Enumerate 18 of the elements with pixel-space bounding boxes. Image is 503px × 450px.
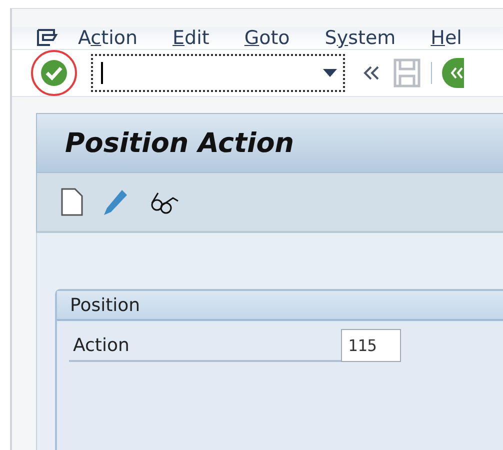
menu-icon[interactable]	[36, 28, 58, 48]
screen-title: Position Action	[36, 113, 503, 173]
back-icon[interactable]	[442, 58, 464, 88]
dropdown-arrow-icon[interactable]	[323, 69, 337, 77]
menu-item[interactable]: Goto	[244, 27, 290, 49]
group-title: Position	[57, 291, 503, 321]
menu-item[interactable]: Action	[78, 27, 138, 49]
field-label: Action	[69, 335, 341, 362]
pencil-icon[interactable]	[103, 188, 129, 216]
new-document-icon[interactable]	[61, 188, 83, 216]
menu-item[interactable]: Edit	[172, 27, 210, 49]
menu-item[interactable]: Hel	[430, 27, 462, 49]
menu-item[interactable]: System	[324, 27, 396, 49]
command-field[interactable]	[91, 54, 345, 92]
text-cursor	[101, 62, 103, 84]
action-field[interactable]: 115	[341, 329, 401, 362]
checkmark-icon[interactable]	[40, 59, 68, 87]
double-chevron-icon[interactable]	[363, 66, 379, 80]
